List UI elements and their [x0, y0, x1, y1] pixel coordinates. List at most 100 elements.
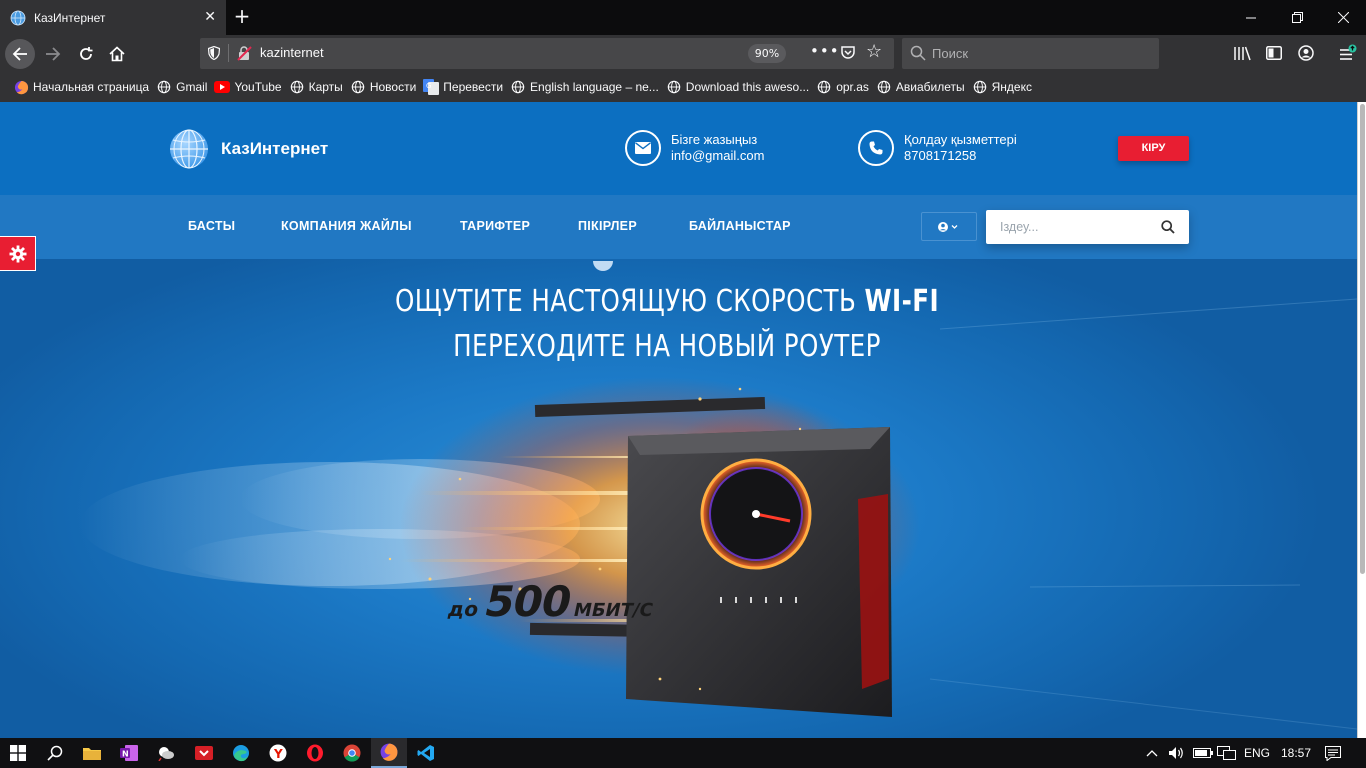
speed-caption: до 500 МБИТ/С: [445, 577, 660, 626]
globe-icon: [816, 79, 832, 95]
close-tab-icon[interactable]: ✕: [204, 9, 216, 25]
onenote-icon[interactable]: N: [111, 738, 147, 768]
library-icon[interactable]: [1233, 44, 1251, 62]
forward-button[interactable]: [38, 39, 68, 69]
bookmark-item[interactable]: Яндекс: [970, 75, 1037, 99]
new-tab-icon[interactable]: +: [232, 5, 252, 29]
windows-start-icon[interactable]: [0, 738, 36, 768]
scrollbar-thumb[interactable]: [1360, 104, 1365, 574]
bookmark-label: YouTube: [234, 80, 282, 94]
insecure-lock-icon[interactable]: [236, 45, 252, 61]
weather-app-icon[interactable]: [148, 738, 184, 768]
bookmark-star-icon[interactable]: ☆: [866, 41, 882, 62]
reload-button[interactable]: [71, 39, 101, 69]
minimize-icon[interactable]: [1228, 0, 1274, 35]
speed-value: 500: [480, 577, 576, 626]
menu-icon[interactable]: [1339, 44, 1357, 62]
globe-icon: [289, 79, 305, 95]
chrome-icon[interactable]: [334, 738, 370, 768]
bookmark-item[interactable]: English language – ne...: [508, 75, 664, 99]
youtube-icon: [214, 79, 231, 95]
bookmark-item[interactable]: Download this aweso...: [664, 75, 814, 99]
arrow-right-icon: [46, 47, 61, 61]
phone-icon: [858, 130, 894, 166]
notifications-icon[interactable]: [1325, 738, 1341, 768]
globe-icon: [156, 79, 172, 95]
battery-icon[interactable]: [1193, 738, 1213, 768]
address-bar[interactable]: kazinternet 90% ••• ☆: [200, 38, 894, 69]
url-text[interactable]: kazinternet: [260, 45, 324, 60]
back-button[interactable]: [5, 39, 35, 69]
contact-email-value: info@gmail.com: [671, 148, 765, 163]
bookmark-item[interactable]: Авиабилеты: [874, 75, 970, 99]
nav-item-tariffs[interactable]: ТАРИФТЕР: [460, 219, 530, 233]
browser-tab-strip: КазИнтернет ✕ +: [0, 0, 1366, 35]
speed-unit: МБИТ/С: [571, 600, 655, 621]
hero-banner: ОЩУТИТЕ НАСТОЯЩУЮ СКОРОСТЬ WI-FI ПЕРЕХОД…: [0, 259, 1357, 738]
volume-icon[interactable]: [1168, 738, 1186, 768]
nav-item-about[interactable]: КОМПАНИЯ ЖАЙЛЫ: [281, 219, 412, 233]
browser-search-input[interactable]: Поиск: [902, 38, 1159, 69]
windows-taskbar: N Y ENG 18:57: [0, 738, 1366, 768]
svg-text:Y: Y: [273, 747, 283, 761]
page-actions-icon[interactable]: •••: [810, 42, 840, 60]
yandex-browser-icon[interactable]: Y: [260, 738, 296, 768]
clock[interactable]: 18:57: [1281, 738, 1311, 768]
bookmark-item[interactable]: Карты: [287, 75, 348, 99]
bookmark-item[interactable]: YouTube: [212, 75, 286, 99]
svg-text:N: N: [122, 750, 129, 759]
bookmark-label: Перевести: [443, 80, 504, 94]
shield-icon[interactable]: [208, 46, 220, 60]
bookmark-label: Авиабилеты: [895, 80, 965, 94]
site-search-input[interactable]: Іздеу...: [986, 210, 1189, 244]
globe-icon: [876, 79, 892, 95]
download-manager-icon[interactable]: [186, 738, 222, 768]
site-logo[interactable]: КазИнтернет: [169, 129, 328, 169]
opera-icon[interactable]: [297, 738, 333, 768]
search-icon[interactable]: [37, 738, 73, 768]
site-header: КазИнтернет Бізге жазыңыз info@gmail.com…: [0, 102, 1357, 195]
envelope-icon: [625, 130, 661, 166]
contact-email[interactable]: Бізге жазыңыз info@gmail.com: [625, 130, 764, 166]
globe-icon: [666, 79, 682, 95]
nav-item-home[interactable]: БАСТЫ: [188, 219, 235, 233]
edge-icon[interactable]: [223, 738, 259, 768]
browser-toolbar: kazinternet 90% ••• ☆ Поиск: [0, 35, 1366, 72]
bookmark-item[interactable]: opr.as: [814, 75, 874, 99]
user-menu-button[interactable]: [921, 212, 977, 241]
settings-tab[interactable]: [0, 236, 36, 271]
bookmark-item[interactable]: Новости: [348, 75, 421, 99]
bookmark-label: Начальная страница: [33, 80, 150, 94]
search-icon[interactable]: [1161, 220, 1175, 234]
page-scrollbar[interactable]: [1357, 102, 1366, 738]
nav-item-reviews[interactable]: ПІКІРЛЕР: [578, 219, 637, 233]
vscode-icon[interactable]: [408, 738, 444, 768]
search-icon: [910, 45, 926, 61]
close-window-icon[interactable]: [1320, 0, 1366, 35]
gear-icon: [9, 245, 26, 262]
browser-tab[interactable]: КазИнтернет ✕: [0, 0, 226, 35]
zoom-badge[interactable]: 90%: [748, 44, 786, 63]
nav-item-contacts[interactable]: БАЙЛАНЫСТАР: [689, 219, 791, 233]
bookmark-item[interactable]: G Перевести: [421, 75, 508, 99]
language-indicator[interactable]: ENG: [1244, 738, 1270, 768]
arrow-left-icon: [12, 47, 27, 61]
firefox-taskbar-icon[interactable]: [371, 738, 407, 768]
sidebar-icon[interactable]: [1265, 44, 1283, 62]
file-explorer-icon[interactable]: [74, 738, 110, 768]
pocket-icon[interactable]: [840, 45, 856, 61]
bookmark-label: Карты: [308, 80, 343, 94]
contact-phone-value: 8708171258: [904, 148, 977, 163]
network-icon[interactable]: [1217, 738, 1237, 768]
home-button[interactable]: [102, 39, 132, 69]
hero-headline-line2: ПЕРЕХОДИТЕ НА НОВЫЙ РОУТЕР: [453, 329, 881, 364]
contact-phone[interactable]: Қолдау қызметтері 8708171258: [858, 130, 1017, 166]
bookmark-item[interactable]: Начальная страница: [11, 75, 154, 99]
tray-chevron-icon[interactable]: [1146, 738, 1158, 768]
bookmark-label: Яндекс: [991, 80, 1032, 94]
restore-icon[interactable]: [1274, 0, 1320, 35]
browser-search-placeholder: Поиск: [932, 46, 969, 61]
bookmark-item[interactable]: Gmail: [154, 75, 212, 99]
login-button[interactable]: КІРУ: [1118, 136, 1189, 161]
account-icon[interactable]: [1297, 44, 1315, 62]
